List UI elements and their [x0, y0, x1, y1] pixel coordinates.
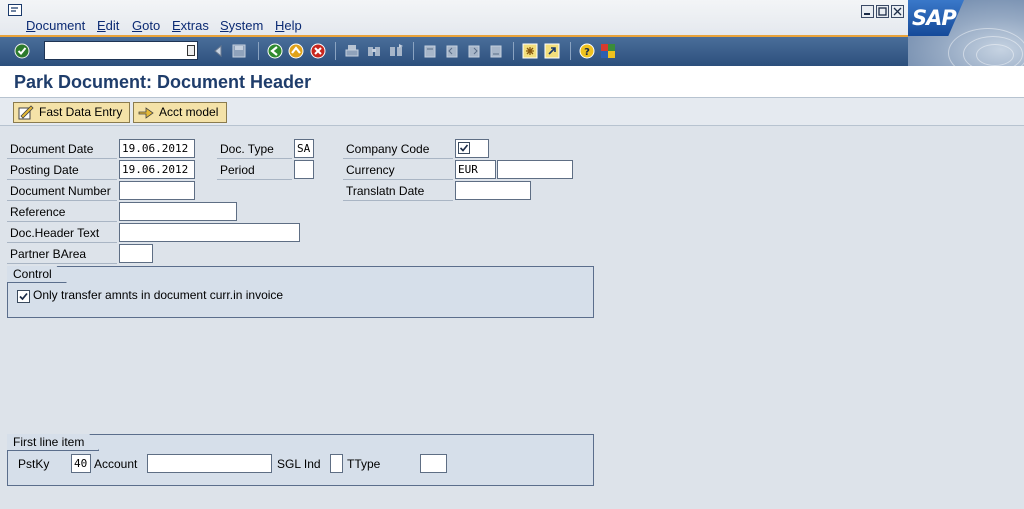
- currency-field[interactable]: EUR: [455, 160, 496, 179]
- find-next-icon[interactable]: [388, 43, 404, 59]
- control-group: Control Only transfer amnts in document …: [7, 266, 594, 318]
- checkmark-icon: [19, 292, 28, 301]
- control-group-title: Control: [7, 266, 67, 283]
- partner-barea-field[interactable]: [119, 244, 153, 263]
- pstky-field[interactable]: 40: [71, 454, 91, 473]
- currency-label: Currency: [343, 161, 453, 180]
- account-field[interactable]: [147, 454, 272, 473]
- first-page-icon[interactable]: [422, 43, 438, 59]
- document-number-label: Document Number: [7, 182, 117, 201]
- sap-logo-text: SAP: [912, 6, 957, 30]
- transfer-amounts-checkbox[interactable]: [17, 290, 30, 303]
- sgl-ind-field[interactable]: [330, 454, 343, 473]
- document-date-field[interactable]: 19.06.2012: [119, 139, 195, 158]
- company-code-label: Company Code: [343, 140, 453, 159]
- menu-help[interactable]: Help: [275, 18, 302, 33]
- help-icon[interactable]: ?: [579, 43, 595, 59]
- restore-button[interactable]: [876, 5, 889, 18]
- reference-label: Reference: [7, 203, 117, 222]
- back-icon[interactable]: [210, 43, 226, 59]
- svg-text:?: ?: [584, 47, 590, 58]
- posting-date-label: Posting Date: [7, 161, 117, 180]
- command-field[interactable]: [44, 41, 198, 60]
- doc-header-text-field[interactable]: [119, 223, 300, 242]
- customize-layout-icon[interactable]: [600, 43, 616, 59]
- shortcut-icon[interactable]: [544, 43, 560, 59]
- menu-edit[interactable]: Edit: [97, 18, 119, 33]
- acct-model-button[interactable]: Acct model: [133, 102, 227, 123]
- app-menu-icon[interactable]: [8, 4, 22, 16]
- period-field[interactable]: [294, 160, 314, 179]
- close-window-button[interactable]: [891, 5, 904, 18]
- enter-icon[interactable]: [14, 43, 30, 59]
- doc-type-label: Doc. Type: [217, 140, 292, 159]
- save-icon[interactable]: [231, 43, 247, 59]
- page-title: Park Document: Document Header: [14, 72, 312, 92]
- close-icon: [893, 7, 902, 16]
- fast-data-entry-label: Fast Data Entry: [39, 105, 123, 119]
- posting-date-field[interactable]: 19.06.2012: [119, 160, 195, 179]
- pstky-label: PstKy: [18, 457, 50, 471]
- back-nav-icon[interactable]: [267, 43, 283, 59]
- application-toolbar: Fast Data Entry Acct model: [0, 98, 1024, 126]
- company-code-field[interactable]: [455, 139, 489, 158]
- company-code-check-icon: [458, 142, 470, 154]
- acct-model-label: Acct model: [159, 105, 219, 119]
- sgl-ind-label: SGL Ind: [277, 457, 321, 471]
- ttype-label: TType: [347, 457, 381, 471]
- translatn-date-field[interactable]: [455, 181, 531, 200]
- print-icon[interactable]: [344, 43, 360, 59]
- document-number-field[interactable]: [119, 181, 195, 200]
- transfer-amounts-label: Only transfer amnts in document curr.in …: [33, 288, 284, 302]
- title-area: Park Document: Document Header: [0, 66, 1024, 98]
- command-field-dropdown[interactable]: [187, 45, 195, 56]
- menu-goto[interactable]: Goto: [132, 18, 160, 33]
- menu-bar: Document Edit Goto Extras System Help: [0, 0, 1024, 36]
- account-label: Account: [94, 457, 138, 471]
- first-line-item-group: First line item PstKy 40 Account SGL Ind…: [7, 434, 594, 486]
- next-page-icon[interactable]: [466, 43, 482, 59]
- menu-system[interactable]: System: [220, 18, 263, 33]
- menu-document[interactable]: Document: [26, 18, 85, 33]
- partner-barea-label: Partner BArea: [7, 245, 117, 264]
- acct-model-icon: [138, 107, 154, 119]
- translatn-date-label: Translatn Date: [343, 182, 453, 201]
- reference-field[interactable]: [119, 202, 237, 221]
- standard-toolbar: ?: [0, 37, 908, 66]
- ttype-field[interactable]: [420, 454, 447, 473]
- first-line-item-title: First line item: [7, 434, 99, 451]
- doc-header-text-label: Doc.Header Text: [7, 224, 117, 243]
- fast-data-entry-icon: [18, 105, 34, 120]
- period-label: Period: [217, 161, 292, 180]
- previous-page-icon[interactable]: [444, 43, 460, 59]
- doc-type-field[interactable]: SA: [294, 139, 314, 158]
- document-date-label: Document Date: [7, 140, 117, 159]
- fast-data-entry-button[interactable]: Fast Data Entry: [13, 102, 130, 123]
- create-session-icon[interactable]: [522, 43, 538, 59]
- minimize-icon: [864, 13, 870, 15]
- exit-icon[interactable]: [288, 43, 304, 59]
- document-header-form: Document Date 19.06.2012 Posting Date 19…: [0, 127, 1024, 509]
- menu-extras[interactable]: Extras: [172, 18, 209, 33]
- minimize-button[interactable]: [861, 5, 874, 18]
- restore-icon: [878, 7, 887, 16]
- find-icon[interactable]: [366, 43, 382, 59]
- sap-logo: SAP: [908, 0, 1024, 66]
- cancel-icon[interactable]: [310, 43, 326, 59]
- currency-extra-field[interactable]: [497, 160, 573, 179]
- last-page-icon[interactable]: [488, 43, 504, 59]
